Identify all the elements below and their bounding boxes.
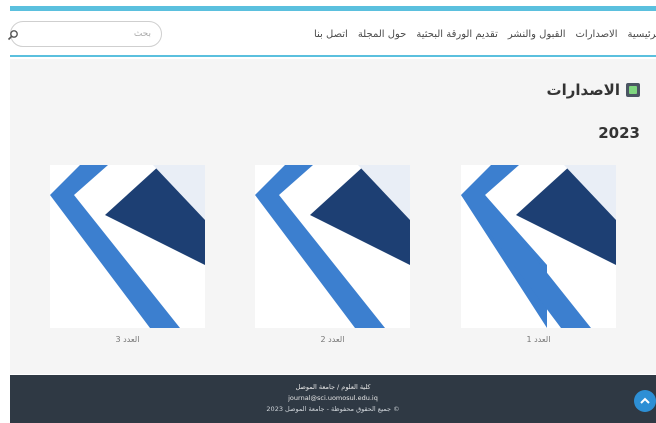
scroll-up-button[interactable] <box>634 390 656 412</box>
issue-caption[interactable]: العدد 3 <box>50 335 205 344</box>
nav-about-journal[interactable]: حول المجلة <box>358 29 407 40</box>
nav-acceptance-publishing[interactable]: القبول والنشر <box>508 29 566 40</box>
issue-cover[interactable] <box>461 165 616 328</box>
footer-text: كلية العلوم / جامعة الموصل journal@sci.u… <box>10 382 656 415</box>
search-box[interactable] <box>7 21 162 47</box>
issue-card[interactable]: العدد 3 <box>50 165 205 344</box>
issues-grid: العدد 1 العدد 2 العدد 3 <box>10 165 656 355</box>
issue-card[interactable]: العدد 2 <box>255 165 410 344</box>
footer-line-1: كلية العلوم / جامعة الموصل <box>295 383 371 391</box>
issue-caption[interactable]: العدد 1 <box>461 335 616 344</box>
search-icon[interactable] <box>7 29 19 41</box>
year-heading: 2023 <box>598 124 640 142</box>
top-stripe <box>0 0 656 11</box>
nav-contact[interactable]: اتصل بنا <box>314 29 348 40</box>
search-input[interactable] <box>29 25 155 43</box>
cover-graphic <box>461 165 616 328</box>
footer-line-3: © جميع الحقوق محفوظة - جامعة الموصل 2023 <box>266 405 400 413</box>
main-menu: الرئيسية الاصدارات القبول والنشر تقديم ا… <box>304 21 656 47</box>
footer: كلية العلوم / جامعة الموصل journal@sci.u… <box>10 375 656 423</box>
section-title-text: الاصدارات <box>546 81 620 99</box>
footer-line-2[interactable]: journal@sci.uomosul.edu.iq <box>10 393 656 404</box>
issue-cover[interactable] <box>255 165 410 328</box>
nav-issues[interactable]: الاصدارات <box>576 29 618 40</box>
book-icon <box>626 83 640 97</box>
section-title: الاصدارات <box>547 81 640 99</box>
issue-caption[interactable]: العدد 2 <box>255 335 410 344</box>
scroll-up-icon <box>640 397 650 404</box>
nav-submit-paper[interactable]: تقديم الورقة البحثية <box>416 29 498 40</box>
issue-cover[interactable] <box>50 165 205 328</box>
cover-graphic <box>50 165 205 328</box>
nav-home[interactable]: الرئيسية <box>628 29 656 40</box>
cover-graphic <box>255 165 410 328</box>
issue-card[interactable]: العدد 1 <box>461 165 616 344</box>
